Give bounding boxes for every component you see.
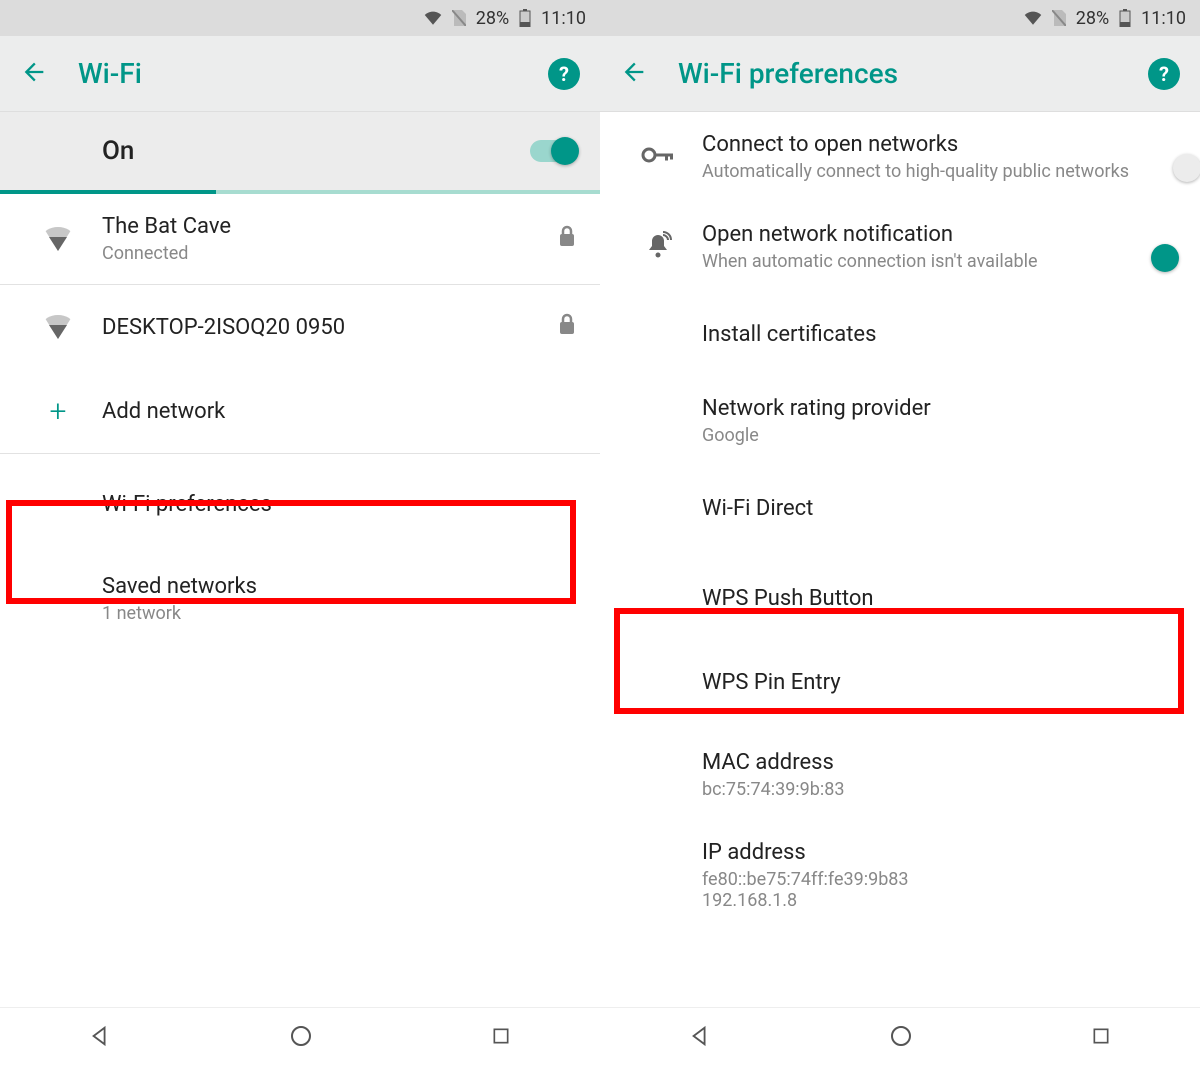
- screen-wifi: 28% 11:10 Wi-Fi ? On The Bat Cave Connec…: [0, 0, 600, 1067]
- nav-back-icon[interactable]: [89, 1025, 111, 1051]
- clock: 11:10: [1141, 8, 1186, 29]
- network-ssid: DESKTOP-2ISOQ20 0950: [102, 315, 558, 340]
- help-icon[interactable]: ?: [1148, 58, 1180, 90]
- connect-open-sub: Automatically connect to high-quality pu…: [702, 161, 1176, 182]
- network-status: Connected: [102, 243, 558, 264]
- connect-open-title: Connect to open networks: [702, 132, 1176, 157]
- wifi-on-label: On: [102, 136, 530, 166]
- mac-value: bc:75:74:39:9b:83: [702, 779, 1176, 800]
- wps-pin-entry-row[interactable]: WPS Pin Entry: [600, 646, 1200, 730]
- install-certificates-row[interactable]: Install certificates: [600, 292, 1200, 376]
- notify-title: Open network notification: [702, 222, 1176, 247]
- nav-back-icon[interactable]: [689, 1025, 711, 1051]
- no-sim-icon: [1052, 10, 1066, 26]
- app-bar: Wi-Fi ?: [0, 36, 600, 112]
- connect-open-networks-row[interactable]: Connect to open networks Automatically c…: [600, 112, 1200, 202]
- page-title: Wi-Fi preferences: [678, 57, 1118, 90]
- add-network-label: Add network: [102, 399, 576, 424]
- network-row[interactable]: DESKTOP-2ISOQ20 0950: [0, 285, 600, 369]
- saved-networks-count: 1 network: [102, 603, 576, 624]
- battery-icon: [519, 9, 531, 27]
- lock-icon: [558, 225, 576, 253]
- clock: 11:10: [541, 8, 586, 29]
- app-bar: Wi-Fi preferences ?: [600, 36, 1200, 112]
- screen-wifi-preferences: 28% 11:10 Wi-Fi preferences ? Connect to…: [600, 0, 1200, 1067]
- wifi-preferences-row[interactable]: Wi-Fi preferences: [0, 454, 600, 554]
- lock-icon: [558, 313, 576, 341]
- status-bar: 28% 11:10: [600, 0, 1200, 36]
- rating-sub: Google: [702, 425, 1176, 446]
- notify-sub: When automatic connection isn't availabl…: [702, 251, 1176, 272]
- nav-recent-icon[interactable]: [1091, 1026, 1111, 1050]
- key-icon: [641, 145, 675, 169]
- nav-recent-icon[interactable]: [491, 1026, 511, 1050]
- wifi-status-icon: [1024, 11, 1042, 25]
- ip-value-1: fe80::be75:74ff:fe39:9b83: [702, 869, 1176, 890]
- wps-push-label: WPS Push Button: [702, 586, 1176, 611]
- install-cert-label: Install certificates: [702, 322, 1176, 347]
- saved-networks-label: Saved networks: [102, 574, 576, 599]
- wifi-master-switch-row[interactable]: On: [0, 112, 600, 190]
- wifi-status-icon: [424, 11, 442, 25]
- mac-title: MAC address: [702, 750, 1176, 775]
- ip-value-2: 192.168.1.8: [702, 890, 1176, 911]
- wifi-direct-label: Wi-Fi Direct: [702, 496, 1176, 521]
- back-icon[interactable]: [20, 58, 48, 90]
- ip-title: IP address: [702, 840, 1176, 865]
- wifi-toggle[interactable]: [530, 140, 576, 162]
- wifi-preferences-label: Wi-Fi preferences: [102, 492, 576, 517]
- wifi-direct-row[interactable]: Wi-Fi Direct: [600, 466, 1200, 550]
- android-nav-bar: [600, 1007, 1200, 1067]
- plus-icon: +: [50, 394, 67, 429]
- scan-progress: [0, 190, 600, 194]
- android-nav-bar: [0, 1007, 600, 1067]
- wps-pin-label: WPS Pin Entry: [702, 670, 1176, 695]
- no-sim-icon: [452, 10, 466, 26]
- open-network-notification-row[interactable]: Open network notification When automatic…: [600, 202, 1200, 292]
- add-network-row[interactable]: + Add network: [0, 369, 600, 453]
- mac-address-row: MAC address bc:75:74:39:9b:83: [600, 730, 1200, 820]
- help-icon[interactable]: ?: [548, 58, 580, 90]
- nav-home-icon[interactable]: [289, 1024, 313, 1052]
- wifi-signal-icon: [43, 315, 73, 339]
- battery-pct: 28%: [1076, 8, 1109, 29]
- page-title: Wi-Fi: [78, 57, 518, 90]
- battery-icon: [1119, 9, 1131, 27]
- network-ssid: The Bat Cave: [102, 214, 558, 239]
- wifi-signal-icon: [43, 227, 73, 251]
- ip-address-row: IP address fe80::be75:74ff:fe39:9b83 192…: [600, 820, 1200, 911]
- network-rating-row[interactable]: Network rating provider Google: [600, 376, 1200, 466]
- network-row[interactable]: The Bat Cave Connected: [0, 194, 600, 284]
- bell-wifi-icon: [644, 231, 672, 263]
- rating-title: Network rating provider: [702, 396, 1176, 421]
- status-bar: 28% 11:10: [0, 0, 600, 36]
- saved-networks-row[interactable]: Saved networks 1 network: [0, 554, 600, 644]
- back-icon[interactable]: [620, 58, 648, 90]
- battery-pct: 28%: [476, 8, 509, 29]
- wps-push-button-row[interactable]: WPS Push Button: [600, 550, 1200, 646]
- nav-home-icon[interactable]: [889, 1024, 913, 1052]
